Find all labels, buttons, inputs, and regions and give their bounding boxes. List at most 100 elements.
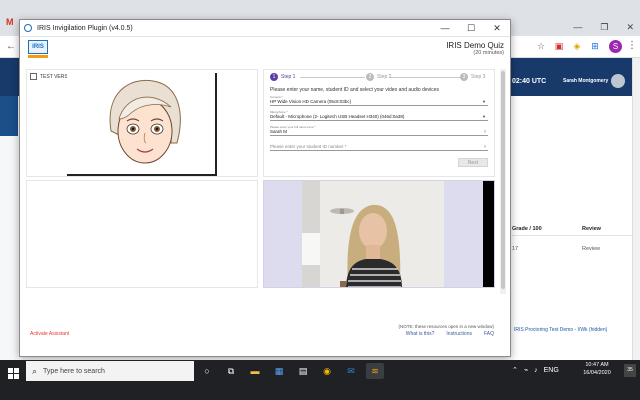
browser-menu-icon[interactable]: ⋮ xyxy=(627,40,637,51)
iris-scrollbar[interactable] xyxy=(500,69,506,294)
step-1-label: Step 1 xyxy=(281,74,296,80)
assistant-face-illustration xyxy=(109,79,181,164)
gmail-tab-icon[interactable]: M xyxy=(6,18,16,27)
windows-taskbar: ⌕ Type here to search ○ ⧉ ▬ ▦ ▤ ◉ ✉ ≋ ⌃ … xyxy=(0,360,640,400)
step-2-number: 2 xyxy=(366,73,374,81)
taskbar-search[interactable]: ⌕ Type here to search xyxy=(26,361,194,381)
language-indicator[interactable]: ENG xyxy=(544,367,559,374)
clock-date: 16/04/2020 xyxy=(583,370,611,376)
faq-link[interactable]: FAQ xyxy=(484,331,494,337)
grade-column-header: Grade / 100 xyxy=(512,225,542,232)
cortana-icon[interactable]: ○ xyxy=(198,363,216,379)
maximize-button[interactable]: ☐ xyxy=(458,23,484,34)
quiz-name: IRIS Demo Quiz xyxy=(446,41,504,50)
extension-icon[interactable]: ◈ xyxy=(571,40,583,52)
chevron-down-icon: ▼ xyxy=(482,99,486,104)
webcam-image xyxy=(302,181,444,287)
next-activity-link[interactable]: IRIS Proctoring Test Demo - I/Wk (hidden… xyxy=(514,327,607,333)
step-connector xyxy=(390,77,460,78)
table-row: 17 Review xyxy=(512,236,632,262)
microphone-select[interactable]: Microphone * Default - Microphone (2- Lo… xyxy=(270,110,488,121)
student-id-field[interactable]: Please enter your student ID number * ? xyxy=(270,140,488,151)
browser-maximize-button[interactable]: ❐ xyxy=(600,22,608,33)
grades-table: Grade / 100 Review 17 Review xyxy=(512,222,632,262)
pdf-extension-icon[interactable]: ▣ xyxy=(553,40,565,52)
browser-close-button[interactable]: ✕ xyxy=(626,22,634,33)
next-button[interactable]: Next xyxy=(458,158,488,167)
help-icon[interactable]: ? xyxy=(484,129,486,134)
setup-instructions: Please enter your name, student ID and s… xyxy=(270,87,439,93)
camera-value: HP Wide Vision HD Camera (05c8:03bc) xyxy=(270,99,352,104)
volume-icon[interactable]: ♪ xyxy=(534,367,538,374)
step-2: 2 Step 2 xyxy=(366,73,391,81)
webcam-panel xyxy=(263,180,495,288)
step-3-label: Step 3 xyxy=(471,74,486,80)
resources-note: (NOTE: these resources open in a new win… xyxy=(398,324,494,329)
iris-header: IRIS IRIS Demo Quiz (20 minutes) xyxy=(20,37,510,69)
step-connector xyxy=(300,77,365,78)
store-icon[interactable]: ▤ xyxy=(294,363,312,379)
back-arrow-icon[interactable]: ← xyxy=(6,41,16,52)
task-view-icon[interactable]: ⧉ xyxy=(222,363,240,379)
microphone-value: Default - Microphone (2- Logitech USB He… xyxy=(270,114,405,119)
iris-taskbar-icon[interactable]: ≋ xyxy=(366,363,384,379)
full-name-field[interactable]: Please enter your full name here * Sarah… xyxy=(270,125,488,136)
star-icon[interactable]: ☆ xyxy=(535,40,547,52)
iris-window-controls: — ☐ ✕ xyxy=(432,23,510,34)
start-button[interactable] xyxy=(8,368,20,380)
browser-window-controls: — ❐ ✕ xyxy=(573,22,634,33)
assistant-avatar-panel: TEST VERSION xyxy=(26,69,258,177)
iris-window-title: IRIS Invigilation Plugin (v4.0.5) xyxy=(37,24,133,32)
help-icon[interactable]: ? xyxy=(484,144,486,149)
review-link[interactable]: Review xyxy=(582,246,632,252)
setup-panel: 1 Step 1 2 Step 2 3 Step 3 Please enter … xyxy=(263,69,495,177)
iris-scrollbar-thumb[interactable] xyxy=(501,71,505,289)
notification-center-button[interactable]: 35 xyxy=(624,364,636,377)
iris-logo-accent xyxy=(28,55,48,58)
webcam-feed xyxy=(302,181,444,287)
step-3: 3 Step 3 xyxy=(460,73,485,81)
instructions-link[interactable]: Instructions xyxy=(446,331,472,337)
minimize-button[interactable]: — xyxy=(432,23,458,34)
network-icon[interactable]: ⌁ xyxy=(524,366,528,374)
footer-links: What is this? Instructions FAQ xyxy=(406,331,494,337)
browser-minimize-button[interactable]: — xyxy=(573,22,582,33)
profile-avatar[interactable]: S xyxy=(609,40,622,53)
iris-app-icon xyxy=(24,24,32,32)
step-2-label: Step 2 xyxy=(377,74,392,80)
step-indicator: 1 Step 1 2 Step 2 3 Step 3 xyxy=(270,73,490,83)
chrome-icon[interactable]: ◉ xyxy=(318,363,336,379)
student-id-placeholder: Please enter your student ID number * xyxy=(270,144,347,149)
webcam-border xyxy=(483,181,494,287)
tray-expand-icon[interactable]: ⌃ xyxy=(512,366,518,374)
assistant-avatar xyxy=(67,73,217,176)
outlook-icon[interactable]: ✉ xyxy=(342,363,360,379)
search-placeholder: Type here to search xyxy=(43,367,105,375)
calculator-icon[interactable]: ▦ xyxy=(270,363,288,379)
grades-table-header: Grade / 100 Review xyxy=(512,222,632,236)
close-button[interactable]: ✕ xyxy=(484,23,510,34)
clock-time: 10:47 AM xyxy=(585,362,609,368)
search-icon: ⌕ xyxy=(32,365,38,376)
step-1: 1 Step 1 xyxy=(270,73,295,81)
extensions-puzzle-icon[interactable]: ⊞ xyxy=(589,40,601,52)
camera-select[interactable]: Camera * HP Wide Vision HD Camera (05c8:… xyxy=(270,95,488,106)
chevron-down-icon: ▼ xyxy=(482,114,486,119)
taskbar-clock[interactable]: 10:47 AM 16/04/2020 xyxy=(572,361,622,377)
file-explorer-icon[interactable]: ▬ xyxy=(246,363,264,379)
device-setup-form: Please enter your name, student ID and s… xyxy=(270,87,488,167)
step-3-number: 3 xyxy=(460,73,468,81)
lms-user-avatar[interactable] xyxy=(611,74,625,88)
activate-assistant-link[interactable]: Activate Assistant xyxy=(30,331,69,337)
quiz-duration: (20 minutes) xyxy=(473,50,504,56)
what-is-this-link[interactable]: What is this? xyxy=(406,331,435,337)
lms-user-name[interactable]: Sarah Montgomery xyxy=(563,78,608,84)
lms-left-band xyxy=(0,96,18,136)
iris-logo: IRIS xyxy=(28,40,48,54)
lms-time: 02:40 UTC xyxy=(512,78,547,85)
lms-scrollbar[interactable] xyxy=(632,58,640,360)
step-1-number: 1 xyxy=(270,73,278,81)
system-tray: ⌃ ⌁ ♪ ENG xyxy=(512,366,559,375)
test-version-checkbox[interactable] xyxy=(30,73,37,80)
empty-panel xyxy=(26,180,258,288)
